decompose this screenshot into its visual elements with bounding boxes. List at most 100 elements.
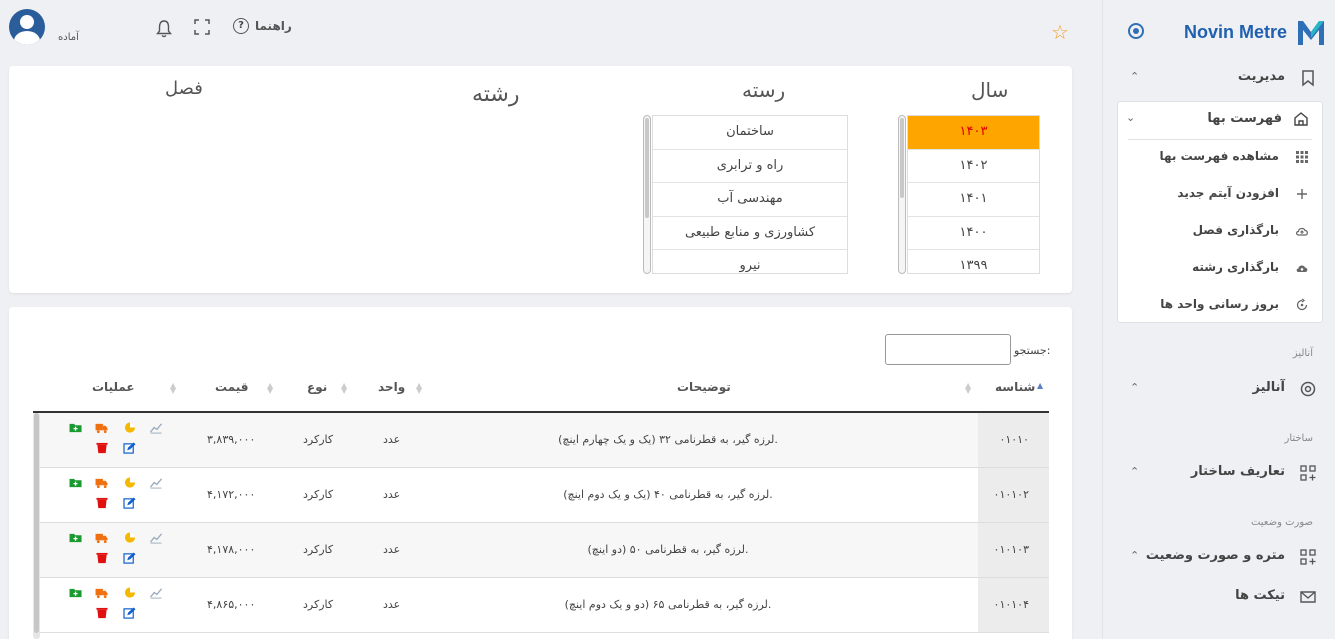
truck-icon[interactable]: [95, 477, 109, 489]
edit-icon[interactable]: [123, 442, 137, 454]
header-desc[interactable]: توضیحات: [677, 380, 731, 394]
sidebar-toggle-icon[interactable]: [1128, 23, 1144, 39]
fullscreen-icon[interactable]: [194, 19, 210, 35]
table-row[interactable]: ۰۱۰۱۰۲ لرزه گیر، به قطرنامی ۴۰ (یک و یک د…: [33, 468, 1049, 523]
search-input[interactable]: [885, 334, 1011, 365]
sub-item-upload-field[interactable]: بارگذاری رشته: [1116, 253, 1322, 283]
category-item[interactable]: ساختمان: [653, 116, 847, 150]
edit-icon[interactable]: [123, 552, 137, 564]
header-price[interactable]: قیمت: [215, 380, 249, 394]
pie-chart-icon[interactable]: [123, 477, 137, 489]
cell-unit: عدد: [383, 488, 401, 501]
sidebar: Novin Metre مدیریت ⌃ فهرست بها ⌄ مشاهده …: [1102, 0, 1335, 639]
cell-desc: لرزه گیر، به قطرنامی ۶۵ (دو و یک دوم این…: [564, 598, 772, 611]
delete-icon[interactable]: [95, 442, 109, 454]
folder-add-icon[interactable]: [69, 422, 83, 434]
category-item[interactable]: کشاورزی و منابع طبیعی: [653, 217, 847, 250]
chart-line-icon[interactable]: [149, 587, 163, 599]
header-unit[interactable]: واحد: [378, 380, 405, 394]
table-panel: جستجو: شناسه ▲ ▲ ▼ توضیحات ▲ ▼ واحد ▲ ▼ نوع…: [9, 307, 1072, 639]
row-actions: [69, 422, 169, 462]
edit-icon[interactable]: [123, 497, 137, 509]
year-item[interactable]: ۱۴۰۱: [908, 183, 1039, 217]
category-item[interactable]: مهندسی آب: [653, 183, 847, 217]
truck-icon[interactable]: [95, 422, 109, 434]
nav-label: تعاریف ساختار: [1190, 464, 1285, 479]
cell-id: ۰۱۰۱۰: [978, 413, 1049, 467]
nav-structure[interactable]: تعاریف ساختار ⌃: [1120, 458, 1325, 488]
cell-price: ۳,۸۳۹,۰۰۰: [207, 433, 256, 446]
truck-icon[interactable]: [95, 587, 109, 599]
nav-price-list[interactable]: فهرست بها ⌄: [1116, 104, 1322, 134]
table-row[interactable]: ۰۱۰۱۰۴ لرزه گیر، به قطرنامی ۶۵ (دو و یک د…: [33, 578, 1049, 633]
cell-type: کارکرد: [303, 488, 334, 501]
year-item[interactable]: ۱۳۹۹: [908, 250, 1039, 273]
nav-analysis[interactable]: آنالیز ⌃: [1120, 374, 1325, 404]
category-title: رسته: [742, 78, 786, 102]
header-id[interactable]: شناسه: [995, 380, 1035, 394]
brand: Novin Metre: [1110, 18, 1325, 48]
chart-line-icon[interactable]: [149, 477, 163, 489]
search-label: جستجو:: [1014, 344, 1051, 357]
brand-name: Novin Metre: [1183, 22, 1287, 42]
chart-line-icon[interactable]: [149, 532, 163, 544]
cell-id-text: ۰۱۰۱۰۳: [993, 543, 1029, 556]
truck-icon[interactable]: [95, 532, 109, 544]
table-row[interactable]: ۰۱۰۱۰ لرزه گیر، به قطرنامی ۳۲ (یک و یک چه…: [33, 413, 1049, 468]
nav-tickets[interactable]: تیکت ها: [1120, 582, 1325, 612]
nav-label: تیکت ها: [1235, 588, 1285, 603]
folder-add-icon[interactable]: [69, 532, 83, 544]
bookmark-icon: [1302, 70, 1314, 87]
chart-line-icon[interactable]: [149, 422, 163, 434]
year-item[interactable]: ۱۴۰۰: [908, 217, 1039, 250]
nav-management[interactable]: مدیریت ⌃: [1120, 63, 1325, 93]
field-title: رشته: [472, 82, 520, 107]
pie-chart-icon[interactable]: [123, 422, 137, 434]
apps-add-icon: [1300, 465, 1316, 481]
header-ops[interactable]: عملیات: [92, 380, 135, 394]
sort-icon: ▲ ▼: [267, 381, 274, 395]
cell-unit: عدد: [383, 433, 401, 446]
cell-id-text: ۰۱۰۱۰۴: [993, 598, 1029, 611]
refresh-icon: [1296, 298, 1308, 311]
category-item[interactable]: نیرو: [653, 250, 847, 273]
nav-label: متره و صورت وضعیت: [1145, 548, 1285, 563]
folder-add-icon[interactable]: [69, 477, 83, 489]
help-icon: ?: [233, 18, 249, 34]
sub-item-update-units[interactable]: بروز رسانی واحد ها: [1116, 290, 1322, 320]
year-list: ۱۴۰۳ ۱۴۰۲ ۱۴۰۱ ۱۴۰۰ ۱۳۹۹: [907, 115, 1040, 274]
sub-item-upload-chapter[interactable]: بارگذاری فصل: [1116, 216, 1322, 246]
table-row[interactable]: ۰۱۰۱۰۳ لرزه گیر، به قطرنامی ۵۰ (دو اینچ).…: [33, 523, 1049, 578]
category-list: ساختمان راه و ترابری مهندسی آب کشاورزی و…: [652, 115, 848, 274]
section-structure: ساختار: [1284, 433, 1313, 444]
chevron-up-icon: ⌃: [1130, 381, 1140, 394]
sub-item-view-price-list[interactable]: مشاهده فهرست بها: [1116, 142, 1322, 172]
table-scrollbar[interactable]: [33, 413, 40, 639]
category-scrollbar[interactable]: [643, 115, 651, 274]
header-type[interactable]: نوع: [307, 380, 327, 394]
cell-price: ۴,۸۶۵,۰۰۰: [207, 598, 256, 611]
sub-item-label: بروز رسانی واحد ها: [1160, 297, 1279, 311]
category-item[interactable]: راه و ترابری: [653, 150, 847, 183]
avatar[interactable]: [9, 9, 45, 45]
bell-icon[interactable]: [156, 20, 172, 38]
year-item[interactable]: ۱۴۰۳: [908, 116, 1039, 150]
pie-chart-icon[interactable]: [123, 587, 137, 599]
folder-add-icon[interactable]: [69, 587, 83, 599]
star-icon[interactable]: ☆: [1051, 20, 1069, 44]
delete-icon[interactable]: [95, 552, 109, 564]
pie-chart-icon[interactable]: [123, 532, 137, 544]
delete-icon[interactable]: [95, 497, 109, 509]
section-status: صورت وضعیت: [1250, 517, 1313, 528]
nav-metre[interactable]: متره و صورت وضعیت ⌃: [1120, 542, 1325, 572]
year-scrollbar[interactable]: [898, 115, 906, 274]
cell-price: ۴,۱۷۸,۰۰۰: [207, 543, 256, 556]
year-item[interactable]: ۱۴۰۲: [908, 150, 1039, 183]
sub-item-add-item[interactable]: افزودن آیتم جدید: [1116, 179, 1322, 209]
edit-icon[interactable]: [123, 607, 137, 619]
status-text: آماده: [58, 32, 79, 43]
delete-icon[interactable]: [95, 607, 109, 619]
cell-desc: لرزه گیر، به قطرنامی ۳۲ (یک و یک چهارم ا…: [558, 433, 778, 446]
selector-panel: سال رسته رشته فصل ۱۴۰۳ ۱۴۰۲ ۱۴۰۱ ۱۴۰۰ ۱۳…: [9, 66, 1072, 293]
cell-unit: عدد: [383, 598, 401, 611]
